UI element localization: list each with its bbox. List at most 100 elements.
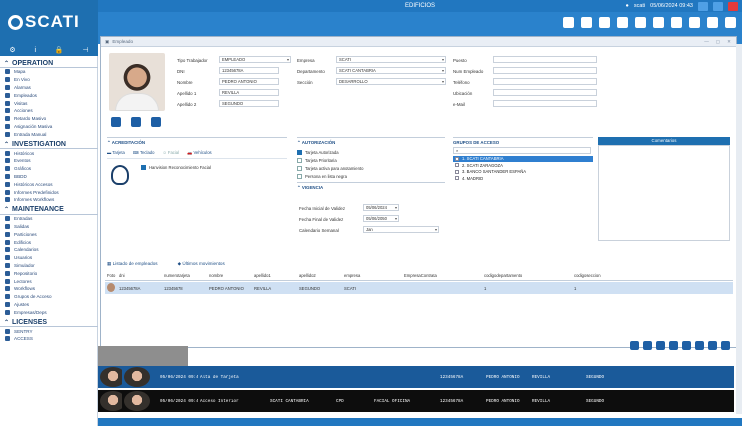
sidebar-item[interactable]: Particiones xyxy=(0,230,98,238)
user-icon[interactable]: ● xyxy=(626,3,629,9)
sidebar-item[interactable]: Históricos Accesos xyxy=(0,180,98,188)
remove-icon[interactable] xyxy=(635,17,646,28)
lock-icon[interactable]: 🔒 xyxy=(55,46,64,54)
sidebar-item[interactable]: Empresas/Deps xyxy=(0,308,98,316)
delete-icon[interactable] xyxy=(669,341,678,350)
add-icon[interactable] xyxy=(617,17,628,28)
sidebar-item[interactable]: Informes Predefinidos xyxy=(0,188,98,196)
departamento-select[interactable]: SCATI CANTABRIA xyxy=(336,67,446,74)
delete-photo-icon[interactable] xyxy=(131,117,141,127)
check-tarjeta-autorizada[interactable]: Tarjeta Autorizada xyxy=(297,148,445,156)
check-tarjeta-anotamiento[interactable]: Tarjeta activa para anotamiento xyxy=(297,164,445,172)
sidebar-item[interactable]: Edificios xyxy=(0,238,98,246)
apellido1-field[interactable]: REVILLA xyxy=(219,89,279,96)
sidebar-item[interactable]: En Vivo xyxy=(0,76,98,84)
save-icon[interactable] xyxy=(630,341,639,350)
check-lista-negra[interactable]: Persona en lista negra xyxy=(297,172,445,180)
tipo-trabajador-select[interactable]: EMPLEADO xyxy=(219,56,291,63)
fecha-final-field[interactable]: 05/06/2050 xyxy=(363,215,399,222)
minimize-icon[interactable] xyxy=(698,1,708,11)
sidebar-item[interactable]: Calendarios xyxy=(0,246,98,254)
sidebar-item[interactable]: Visitas xyxy=(0,99,98,107)
sidebar-item[interactable]: BBDD xyxy=(0,173,98,181)
tab-facial[interactable]: ☺ Facial xyxy=(162,150,179,156)
puesto-field[interactable] xyxy=(493,56,597,63)
settings-icon[interactable]: ⚙ xyxy=(9,46,15,54)
checkbox[interactable] xyxy=(455,169,459,174)
close-icon[interactable] xyxy=(728,1,738,11)
column-header[interactable]: nombre xyxy=(207,273,252,280)
maximize-icon[interactable] xyxy=(713,1,723,11)
sidebar-item[interactable]: Usuarios xyxy=(0,254,98,262)
link-icon[interactable] xyxy=(725,17,736,28)
sidebar-item[interactable]: ACCESS xyxy=(0,335,98,343)
sidebar-item[interactable]: Lectores xyxy=(0,277,98,285)
grupos-search[interactable]: ⌕ xyxy=(453,147,591,154)
tab-tarjeta[interactable]: ▬ Tarjeta xyxy=(107,150,125,156)
column-header[interactable]: apellido2 xyxy=(297,273,342,280)
column-header[interactable]: dni xyxy=(117,273,162,280)
fecha-inicial-field[interactable]: 05/06/2024 xyxy=(363,204,399,211)
column-header[interactable]: numerotarjeta xyxy=(162,273,207,280)
sidebar-item[interactable]: Entradas xyxy=(0,215,98,223)
tab-listado-empleados[interactable]: ▦ Listado de empleados xyxy=(107,261,158,267)
minimize-icon[interactable]: — xyxy=(704,39,709,45)
comentarios-box[interactable] xyxy=(598,145,730,241)
check-tarjeta-prioritaria[interactable]: Tarjeta Prioritaria xyxy=(297,156,445,164)
first-page-icon[interactable] xyxy=(682,341,691,350)
column-header[interactable]: Foto xyxy=(105,273,117,280)
info-icon[interactable]: i xyxy=(35,47,37,54)
sidebar-item[interactable]: Salidas xyxy=(0,223,98,231)
checkbox[interactable] xyxy=(455,163,459,168)
table-row[interactable]: 12345678A 12345678 PEDRO ANTONIO REVILLA SEG… xyxy=(105,282,733,294)
undo-icon[interactable] xyxy=(599,17,610,28)
ubicacion-field[interactable] xyxy=(493,89,597,96)
brush-icon[interactable] xyxy=(643,341,652,350)
column-header[interactable]: empresa xyxy=(342,273,402,280)
last-page-icon[interactable] xyxy=(721,341,730,350)
empresa-select[interactable]: SCATI xyxy=(336,56,446,63)
sidebar-item[interactable]: SENTRY xyxy=(0,327,98,335)
column-header[interactable]: codigodepartamento xyxy=(482,273,572,280)
facial-device-item[interactable]: Hanvision Reconocimiento Facial xyxy=(141,163,211,171)
tab-vehiculos[interactable]: 🚗 Vehículos xyxy=(187,150,212,156)
event-row[interactable]: 05/06/2024 09:4 Acceso Interior SCATI CANT… xyxy=(98,390,734,412)
telefono-field[interactable] xyxy=(493,78,597,85)
sidebar-section-title[interactable]: ⌃ LICENSES xyxy=(0,318,98,328)
sidebar-item[interactable]: Retardo Masivo xyxy=(0,115,98,123)
seccion-select[interactable]: DESARROLLO xyxy=(336,78,446,85)
pin-icon[interactable]: ⊣ xyxy=(82,46,88,54)
search-icon[interactable] xyxy=(656,341,665,350)
maximize-icon[interactable]: ▢ xyxy=(716,39,720,45)
scrollbar[interactable] xyxy=(736,44,742,414)
column-header[interactable]: codigoseccion xyxy=(572,273,632,280)
tab-teclado[interactable]: ⌨ Teclado xyxy=(133,150,155,156)
grid-icon[interactable] xyxy=(653,17,664,28)
save-photo-icon[interactable] xyxy=(111,117,121,127)
column-header[interactable]: EmpresaContrata xyxy=(402,273,482,280)
sidebar-item[interactable]: Asignación Masiva xyxy=(0,123,98,131)
event-row[interactable]: 05/06/2024 09:4 Alta de Tarjeta 12345678A P… xyxy=(98,366,734,388)
sidebar-item[interactable]: Informes Workflows xyxy=(0,196,98,204)
sidebar-item[interactable]: Históricos xyxy=(0,149,98,157)
pause-icon[interactable] xyxy=(707,17,718,28)
sidebar-section-title[interactable]: ⌃ INVESTIGATION xyxy=(0,140,98,150)
sidebar-item[interactable]: Alarmas xyxy=(0,84,98,92)
sidebar-item[interactable]: Gráficos xyxy=(0,165,98,173)
sidebar-item[interactable]: Grupos de Acceso xyxy=(0,293,98,301)
close-icon[interactable]: ✕ xyxy=(727,39,731,45)
num-empleado-field[interactable] xyxy=(493,67,597,74)
sidebar-item[interactable]: Entrada Manual xyxy=(0,130,98,138)
dni-field[interactable]: 12345678A xyxy=(219,67,279,74)
cursor-icon[interactable] xyxy=(581,17,592,28)
sidebar-item[interactable]: Simulador xyxy=(0,262,98,270)
calendario-select[interactable]: Jan xyxy=(363,226,439,233)
email-field[interactable] xyxy=(493,100,597,107)
sidebar-item[interactable]: Acciones xyxy=(0,107,98,115)
tab-ultimos-movimientos[interactable]: ◆ Últimos movimientos xyxy=(178,261,225,267)
save-icon[interactable] xyxy=(563,17,574,28)
prev-page-icon[interactable] xyxy=(695,341,704,350)
sidebar-item[interactable]: Ajustes xyxy=(0,301,98,309)
next-icon[interactable] xyxy=(689,17,700,28)
edit-icon[interactable] xyxy=(671,17,682,28)
